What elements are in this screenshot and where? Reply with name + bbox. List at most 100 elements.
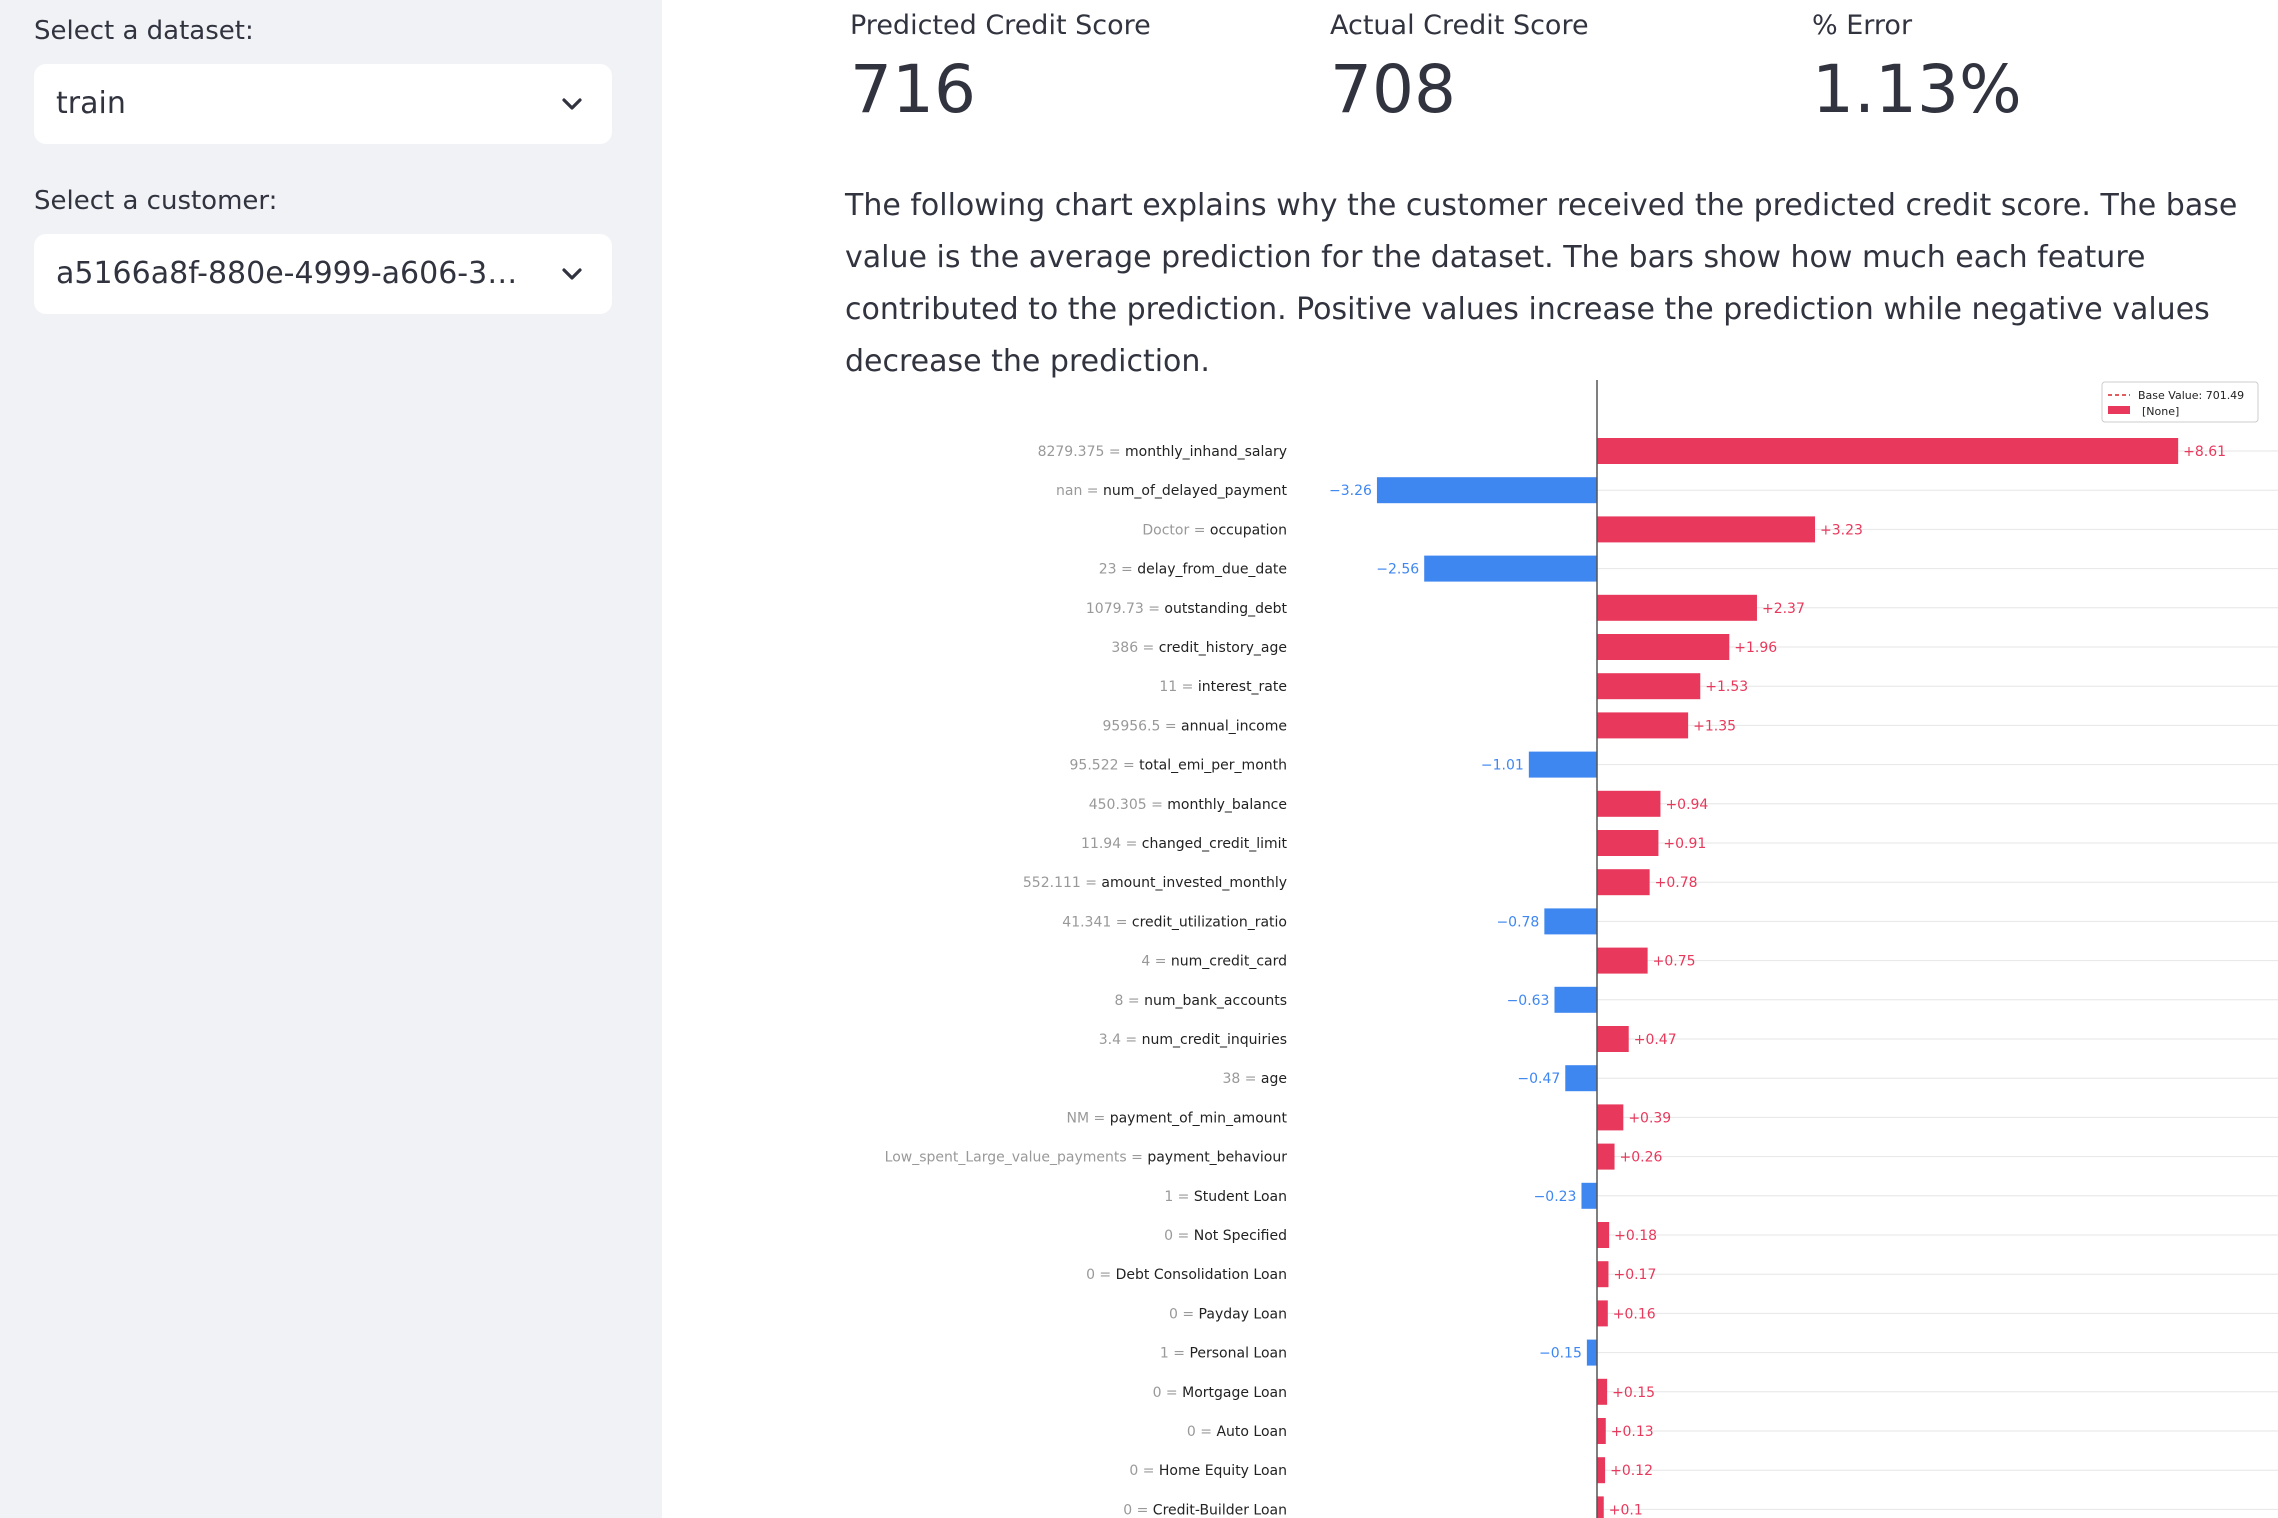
data-label: +0.16 bbox=[1613, 1306, 1656, 1322]
bar bbox=[1597, 1026, 1629, 1052]
metric-actual-credit-score: Actual Credit Score 708 bbox=[1330, 10, 1589, 128]
metric-value: 716 bbox=[850, 51, 976, 128]
dataset-select-label: Select a dataset: bbox=[34, 16, 254, 46]
chevron-down-icon bbox=[562, 268, 582, 280]
bar bbox=[1597, 1378, 1608, 1405]
data-label: −0.63 bbox=[1507, 993, 1550, 1009]
data-label: +0.18 bbox=[1614, 1228, 1657, 1244]
data-label: −0.15 bbox=[1539, 1346, 1582, 1362]
bar bbox=[1597, 1496, 1604, 1518]
feature-label: 4 = num_credit_card bbox=[1141, 954, 1287, 970]
bar bbox=[1597, 1261, 1609, 1288]
data-label: +0.78 bbox=[1655, 875, 1698, 891]
bar bbox=[1528, 751, 1597, 778]
data-label: +0.91 bbox=[1663, 836, 1706, 852]
data-label: −1.01 bbox=[1481, 758, 1524, 774]
bar bbox=[1597, 438, 2179, 464]
data-label: +0.12 bbox=[1610, 1463, 1653, 1479]
bar bbox=[1554, 986, 1597, 1013]
feature-label: 0 = Home Equity Loan bbox=[1129, 1463, 1287, 1479]
bar bbox=[1597, 1143, 1615, 1170]
bar bbox=[1597, 790, 1661, 817]
data-label: +0.15 bbox=[1612, 1385, 1655, 1401]
feature-label: 11 = interest_rate bbox=[1159, 679, 1287, 695]
data-label: +0.26 bbox=[1620, 1150, 1663, 1166]
metric-percent-error: % Error 1.13% bbox=[1812, 10, 2022, 128]
feature-label: 95956.5 = annual_income bbox=[1103, 718, 1287, 734]
feature-label: 95.522 = total_emi_per_month bbox=[1070, 758, 1287, 774]
feature-label: 1 = Student Loan bbox=[1164, 1189, 1287, 1205]
chart-description: The following chart explains why the cus… bbox=[845, 188, 2238, 379]
bar bbox=[1597, 594, 1757, 621]
bar bbox=[1597, 869, 1650, 896]
metric-label: Actual Credit Score bbox=[1330, 10, 1589, 41]
bar bbox=[1581, 1182, 1597, 1209]
data-label: +0.13 bbox=[1611, 1424, 1654, 1440]
metric-value: 1.13% bbox=[1812, 51, 2022, 128]
feature-label: 3.4 = num_credit_inquiries bbox=[1099, 1032, 1287, 1048]
bar bbox=[1597, 634, 1730, 660]
feature-label: nan = num_of_delayed_payment bbox=[1056, 483, 1287, 499]
data-label: −0.78 bbox=[1496, 914, 1539, 930]
data-label: −2.56 bbox=[1376, 562, 1419, 578]
feature-label: 0 = Not Specified bbox=[1164, 1228, 1287, 1244]
legend-box bbox=[2101, 381, 2259, 423]
customer-select-label: Select a customer: bbox=[34, 186, 278, 216]
feature-label: 23 = delay_from_due_date bbox=[1099, 562, 1287, 578]
feature-label: 0 = Auto Loan bbox=[1187, 1424, 1287, 1440]
bar bbox=[1597, 830, 1659, 856]
data-label: +1.53 bbox=[1705, 679, 1748, 695]
feature-label: 0 = Debt Consolidation Loan bbox=[1086, 1267, 1287, 1283]
chevron-down-icon bbox=[562, 98, 582, 110]
feature-label: 0 = Mortgage Loan bbox=[1153, 1385, 1287, 1401]
feature-label: Doctor = occupation bbox=[1142, 522, 1287, 538]
bar bbox=[1597, 673, 1701, 700]
feature-label: 8279.375 = monthly_inhand_salary bbox=[1038, 444, 1287, 460]
bar bbox=[1597, 1457, 1606, 1484]
customer-select[interactable]: a5166a8f-880e-4999-a606-34b82... bbox=[34, 234, 612, 314]
data-label: +8.61 bbox=[2183, 444, 2226, 460]
legend-entry: Base Value: 701.49 bbox=[2138, 389, 2244, 402]
data-label: +0.94 bbox=[1665, 797, 1708, 813]
feature-label: 386 = credit_history_age bbox=[1111, 640, 1287, 656]
feature-label: 1079.73 = outstanding_debt bbox=[1086, 601, 1288, 617]
metric-label: Predicted Credit Score bbox=[850, 10, 1151, 41]
shap-waterfall-chart: +8.61 8279.375 = monthly_inhand_salary −3.… bbox=[885, 380, 2278, 1518]
bar bbox=[1597, 712, 1689, 739]
bar bbox=[1376, 477, 1597, 504]
dataset-select[interactable]: train bbox=[34, 64, 612, 144]
feature-label: 8 = num_bank_accounts bbox=[1115, 993, 1287, 1009]
data-label: +2.37 bbox=[1762, 601, 1805, 617]
main-content: Predicted Credit Score 716 Actual Credit… bbox=[662, 0, 2278, 1518]
metric-label: % Error bbox=[1812, 10, 1913, 41]
data-label: +0.75 bbox=[1653, 954, 1696, 970]
customer-select-value: a5166a8f-880e-4999-a606-34b82... bbox=[56, 256, 526, 291]
data-label: +0.39 bbox=[1628, 1110, 1671, 1126]
data-label: +1.96 bbox=[1734, 640, 1777, 656]
legend-none-marker bbox=[2108, 406, 2130, 414]
data-label: +0.17 bbox=[1613, 1267, 1656, 1283]
bar bbox=[1597, 947, 1648, 974]
data-label: +0.47 bbox=[1634, 1032, 1677, 1048]
data-label: +0.1 bbox=[1609, 1502, 1643, 1518]
bar bbox=[1597, 1300, 1608, 1327]
bar bbox=[1586, 1339, 1597, 1366]
feature-label: 1 = Personal Loan bbox=[1160, 1346, 1287, 1362]
feature-label: 41.341 = credit_utilization_ratio bbox=[1062, 914, 1287, 930]
feature-label: 0 = Credit-Builder Loan bbox=[1123, 1502, 1287, 1518]
legend-entry: [None] bbox=[2142, 405, 2179, 418]
feature-label: 0 = Payday Loan bbox=[1169, 1306, 1287, 1322]
bar bbox=[1597, 516, 1816, 543]
bar bbox=[1424, 555, 1597, 582]
bar bbox=[1597, 1222, 1610, 1248]
data-label: −3.26 bbox=[1329, 483, 1372, 499]
data-label: −0.47 bbox=[1517, 1071, 1560, 1087]
feature-label: NM = payment_of_min_amount bbox=[1067, 1110, 1288, 1126]
dataset-select-value: train bbox=[56, 86, 126, 121]
feature-label: 38 = age bbox=[1222, 1071, 1287, 1087]
metric-value: 708 bbox=[1330, 51, 1456, 128]
sidebar: Select a dataset: train Select a custome… bbox=[0, 0, 662, 1518]
bar bbox=[1565, 1065, 1597, 1092]
feature-label: Low_spent_Large_value_payments = payment… bbox=[885, 1150, 1288, 1166]
bar bbox=[1597, 1104, 1624, 1131]
